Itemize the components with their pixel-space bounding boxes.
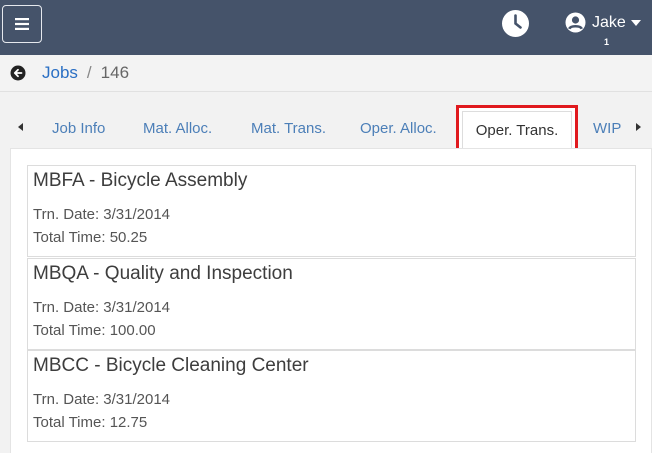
top-navbar: Jake 1 [0, 0, 652, 55]
user-name: Jake [592, 13, 626, 31]
notification-badge: 1 [604, 37, 610, 47]
total-time: Total Time: 100.00 [33, 322, 156, 339]
operation-title: MBCC - Bicycle Cleaning Center [33, 355, 309, 376]
list-item[interactable]: MBQA - Quality and Inspection Trn. Date:… [27, 258, 636, 350]
tab-wip[interactable]: WIP [593, 120, 621, 137]
user-menu[interactable]: Jake [565, 12, 641, 33]
tab-bar: Job Info Mat. Alloc. Mat. Trans. Oper. A… [0, 100, 652, 152]
list-item[interactable]: MBCC - Bicycle Cleaning Center Trn. Date… [27, 350, 636, 442]
total-time: Total Time: 12.75 [33, 414, 148, 431]
operation-title: MBQA - Quality and Inspection [33, 263, 293, 284]
chevron-right-icon[interactable] [636, 123, 641, 131]
tab-oper-trans-label: Oper. Trans. [462, 111, 572, 149]
clock-icon[interactable] [501, 9, 530, 38]
tab-oper-trans[interactable]: Oper. Trans. [456, 105, 578, 152]
user-avatar-icon [565, 12, 586, 33]
transaction-date: Trn. Date: 3/31/2014 [33, 391, 171, 408]
tab-oper-alloc[interactable]: Oper. Alloc. [360, 120, 437, 137]
hamburger-icon [15, 18, 29, 30]
menu-button[interactable] [2, 5, 42, 43]
back-arrow-icon[interactable] [10, 65, 26, 81]
transactions-panel: MBFA - Bicycle Assembly Trn. Date: 3/31/… [10, 148, 652, 453]
breadcrumb-jobs-link[interactable]: Jobs [42, 63, 78, 83]
tab-job-info[interactable]: Job Info [52, 120, 105, 137]
caret-down-icon [630, 19, 641, 26]
tab-mat-trans[interactable]: Mat. Trans. [251, 120, 326, 137]
tab-mat-alloc[interactable]: Mat. Alloc. [143, 120, 212, 137]
operation-title: MBFA - Bicycle Assembly [33, 170, 248, 191]
list-item[interactable]: MBFA - Bicycle Assembly Trn. Date: 3/31/… [27, 165, 636, 257]
breadcrumb-separator: / [86, 63, 92, 82]
total-time: Total Time: 50.25 [33, 229, 148, 246]
transaction-date: Trn. Date: 3/31/2014 [33, 206, 171, 223]
breadcrumb: Jobs / 146 [0, 55, 652, 92]
breadcrumb-current: 146 [100, 63, 130, 82]
chevron-left-icon[interactable] [18, 123, 23, 131]
transaction-date: Trn. Date: 3/31/2014 [33, 299, 171, 316]
